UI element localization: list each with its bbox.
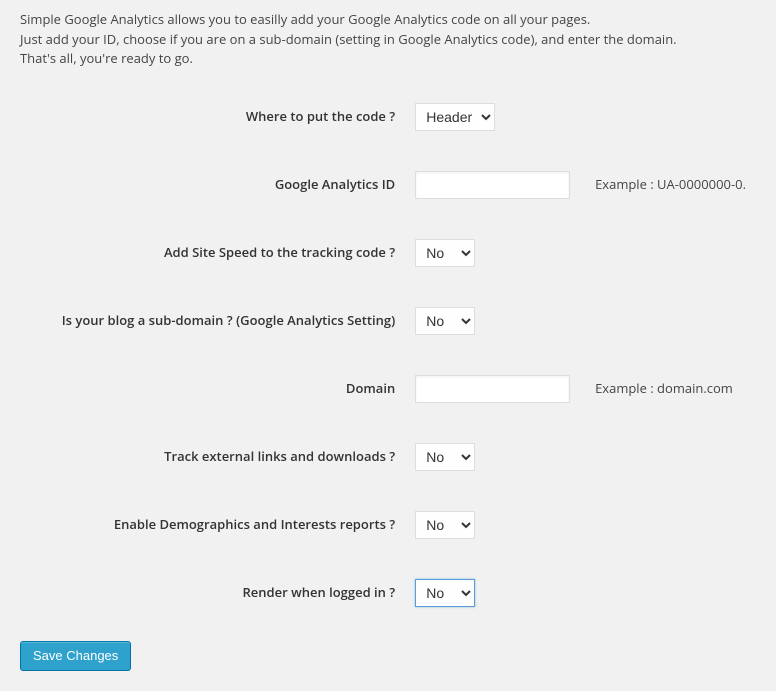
where-label: Where to put the code ? (20, 83, 415, 151)
domain-hint: Example : domain.com (585, 355, 756, 423)
render-logged-select[interactable]: No (415, 579, 475, 607)
ga-id-label: Google Analytics ID (20, 151, 415, 219)
demographics-label: Enable Demographics and Interests report… (20, 491, 415, 559)
settings-form: Where to put the code ? Header Google An… (20, 83, 756, 627)
where-to-put-code-select[interactable]: Header (415, 103, 495, 131)
track-external-select[interactable]: No (415, 443, 475, 471)
subdomain-label: Is your blog a sub-domain ? (Google Anal… (20, 287, 415, 355)
site-speed-label: Add Site Speed to the tracking code ? (20, 219, 415, 287)
intro-text: Simple Google Analytics allows you to ea… (20, 10, 756, 69)
track-external-label: Track external links and downloads ? (20, 423, 415, 491)
subdomain-select[interactable]: No (415, 307, 475, 335)
intro-line-1: Simple Google Analytics allows you to ea… (20, 10, 756, 30)
demographics-select[interactable]: No (415, 511, 475, 539)
save-changes-button[interactable]: Save Changes (20, 641, 131, 671)
site-speed-select[interactable]: No (415, 239, 475, 267)
intro-line-3: That's all, you're ready to go. (20, 49, 756, 69)
intro-line-2: Just add your ID, choose if you are on a… (20, 30, 756, 50)
domain-input[interactable] (415, 375, 570, 403)
ga-id-input[interactable] (415, 171, 570, 199)
domain-label: Domain (20, 355, 415, 423)
render-logged-label: Render when logged in ? (20, 559, 415, 627)
ga-id-hint: Example : UA-0000000-0. (585, 151, 756, 219)
